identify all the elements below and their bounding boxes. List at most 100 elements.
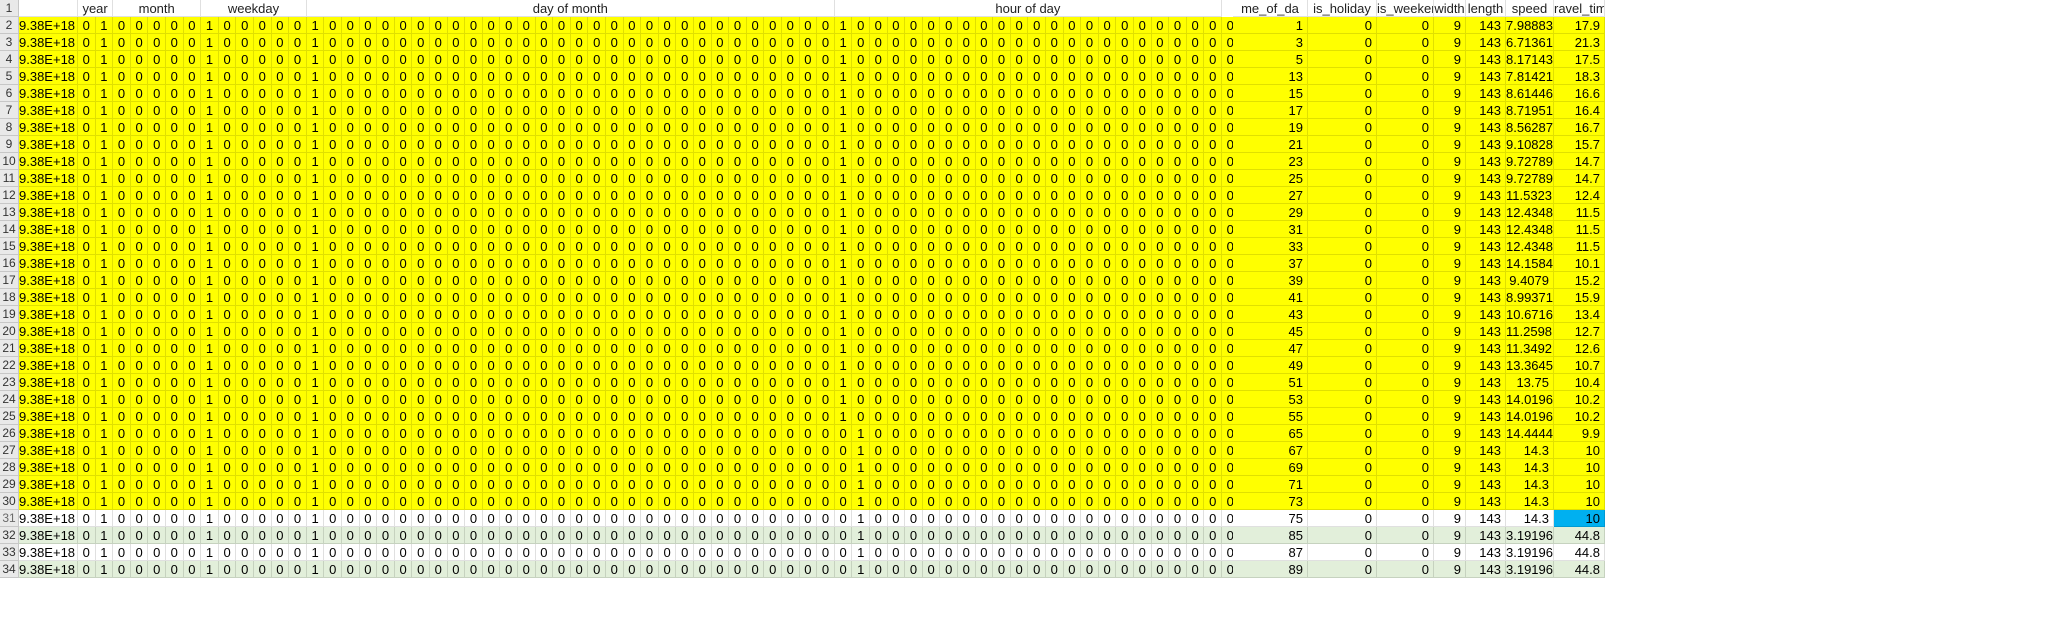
cell-flag[interactable]: 0 — [764, 17, 782, 34]
cell-flag[interactable]: 0 — [324, 340, 342, 357]
cell-flag[interactable]: 0 — [1063, 238, 1082, 255]
cell-flag[interactable]: 0 — [1028, 408, 1046, 425]
cell-flag[interactable]: 0 — [1098, 391, 1117, 408]
cell-time-of-day[interactable]: 1 — [1233, 17, 1308, 34]
cell-flag[interactable]: 0 — [623, 204, 642, 221]
cell-flag[interactable]: 0 — [271, 119, 290, 136]
cell-flag[interactable]: 0 — [394, 136, 413, 153]
cell-flag[interactable]: 0 — [359, 476, 378, 493]
cell-flag[interactable]: 0 — [729, 340, 747, 357]
cell-flag[interactable]: 0 — [1116, 34, 1134, 51]
cell-flag[interactable]: 1 — [306, 391, 325, 408]
cell-flag[interactable]: 0 — [518, 459, 536, 476]
cell-flag[interactable]: 0 — [518, 493, 536, 510]
cell-flag[interactable]: 0 — [1046, 221, 1064, 238]
cell-flag[interactable]: 0 — [236, 255, 254, 272]
cell-flag[interactable]: 0 — [412, 119, 430, 136]
cell-flag[interactable]: 0 — [359, 391, 378, 408]
cell-flag[interactable]: 0 — [623, 425, 642, 442]
cell-flag[interactable]: 0 — [975, 357, 994, 374]
cell-flag[interactable]: 0 — [711, 459, 730, 476]
cell-flag[interactable]: 0 — [1116, 136, 1134, 153]
cell-flag[interactable]: 1 — [95, 85, 114, 102]
cell-flag[interactable]: 0 — [412, 459, 430, 476]
cell-flag[interactable]: 0 — [342, 204, 360, 221]
cell-flag[interactable]: 0 — [465, 272, 483, 289]
cell-flag[interactable]: 0 — [1010, 17, 1029, 34]
cell-flag[interactable]: 0 — [887, 459, 906, 476]
cell-flag[interactable]: 0 — [289, 425, 307, 442]
cell-flag[interactable]: 0 — [430, 323, 448, 340]
cell-flag[interactable]: 0 — [870, 527, 888, 544]
cell-flag[interactable]: 0 — [1098, 272, 1117, 289]
cell-is-weekend[interactable]: 0 — [1377, 119, 1434, 136]
cell-flag[interactable]: 0 — [113, 272, 131, 289]
cell-flag[interactable]: 0 — [218, 374, 237, 391]
cell-flag[interactable]: 1 — [95, 442, 114, 459]
cell-flag[interactable]: 0 — [394, 391, 413, 408]
cell-flag[interactable]: 0 — [975, 459, 994, 476]
cell-speed[interactable]: 14.3 — [1506, 442, 1554, 459]
cell-length[interactable]: 143 — [1466, 187, 1506, 204]
cell-flag[interactable]: 0 — [940, 459, 958, 476]
cell-flag[interactable]: 0 — [166, 425, 184, 442]
cell-flag[interactable]: 0 — [958, 136, 976, 153]
cell-flag[interactable]: 0 — [975, 493, 994, 510]
cell-flag[interactable]: 0 — [782, 527, 800, 544]
cell-flag[interactable]: 0 — [588, 153, 606, 170]
cell-flag[interactable]: 0 — [623, 68, 642, 85]
cell-flag[interactable]: 0 — [746, 51, 765, 68]
cell-flag[interactable]: 0 — [78, 544, 96, 561]
cell-is-weekend[interactable]: 0 — [1377, 306, 1434, 323]
cell-flag[interactable]: 0 — [465, 408, 483, 425]
cell-flag[interactable]: 0 — [1169, 34, 1187, 51]
cell-flag[interactable]: 0 — [711, 153, 730, 170]
cell-flag[interactable]: 0 — [1046, 170, 1064, 187]
cell-flag[interactable]: 0 — [218, 102, 237, 119]
cell-flag[interactable]: 0 — [1081, 136, 1099, 153]
cell-flag[interactable]: 0 — [236, 476, 254, 493]
cell-id[interactable]: 9.38E+18 — [19, 34, 78, 51]
cell-length[interactable]: 143 — [1466, 544, 1506, 561]
cell-flag[interactable]: 0 — [817, 340, 835, 357]
cell-flag[interactable]: 0 — [588, 289, 606, 306]
cell-flag[interactable]: 0 — [764, 425, 782, 442]
cell-flag[interactable]: 0 — [887, 51, 906, 68]
cell-flag[interactable]: 0 — [764, 289, 782, 306]
cell-flag[interactable]: 0 — [975, 221, 994, 238]
cell-flag[interactable]: 0 — [1169, 476, 1187, 493]
cell-flag[interactable]: 0 — [764, 391, 782, 408]
cell-flag[interactable]: 0 — [500, 527, 518, 544]
cell-flag[interactable]: 0 — [148, 119, 166, 136]
cell-length[interactable]: 143 — [1466, 459, 1506, 476]
cell-flag[interactable]: 1 — [95, 493, 114, 510]
cell-flag[interactable]: 0 — [482, 510, 501, 527]
cell-flag[interactable]: 0 — [1028, 68, 1046, 85]
cell-flag[interactable]: 0 — [922, 408, 941, 425]
cell-flag[interactable]: 1 — [306, 85, 325, 102]
column-header-hour-of-day[interactable]: hour of day — [834, 0, 1222, 17]
cell-flag[interactable]: 0 — [641, 459, 659, 476]
cell-flag[interactable]: 0 — [922, 238, 941, 255]
cell-flag[interactable]: 0 — [412, 272, 430, 289]
cell-is-holiday[interactable]: 0 — [1308, 425, 1377, 442]
cell-flag[interactable]: 0 — [975, 408, 994, 425]
cell-flag[interactable]: 0 — [922, 425, 941, 442]
cell-flag[interactable]: 0 — [394, 238, 413, 255]
cell-flag[interactable]: 0 — [1081, 527, 1099, 544]
cell-flag[interactable]: 0 — [465, 510, 483, 527]
cell-id[interactable]: 9.38E+18 — [19, 204, 78, 221]
cell-is-weekend[interactable]: 0 — [1377, 527, 1434, 544]
cell-flag[interactable]: 0 — [447, 68, 466, 85]
cell-flag[interactable]: 1 — [95, 17, 114, 34]
cell-flag[interactable]: 0 — [1169, 374, 1187, 391]
cell-flag[interactable]: 0 — [148, 221, 166, 238]
cell-flag[interactable]: 0 — [905, 289, 923, 306]
cell-flag[interactable]: 0 — [870, 357, 888, 374]
cell-flag[interactable]: 0 — [412, 323, 430, 340]
cell-flag[interactable]: 0 — [1010, 306, 1029, 323]
cell-flag[interactable]: 1 — [95, 153, 114, 170]
cell-flag[interactable]: 1 — [306, 187, 325, 204]
cell-flag[interactable]: 0 — [148, 204, 166, 221]
cell-flag[interactable]: 0 — [254, 476, 272, 493]
